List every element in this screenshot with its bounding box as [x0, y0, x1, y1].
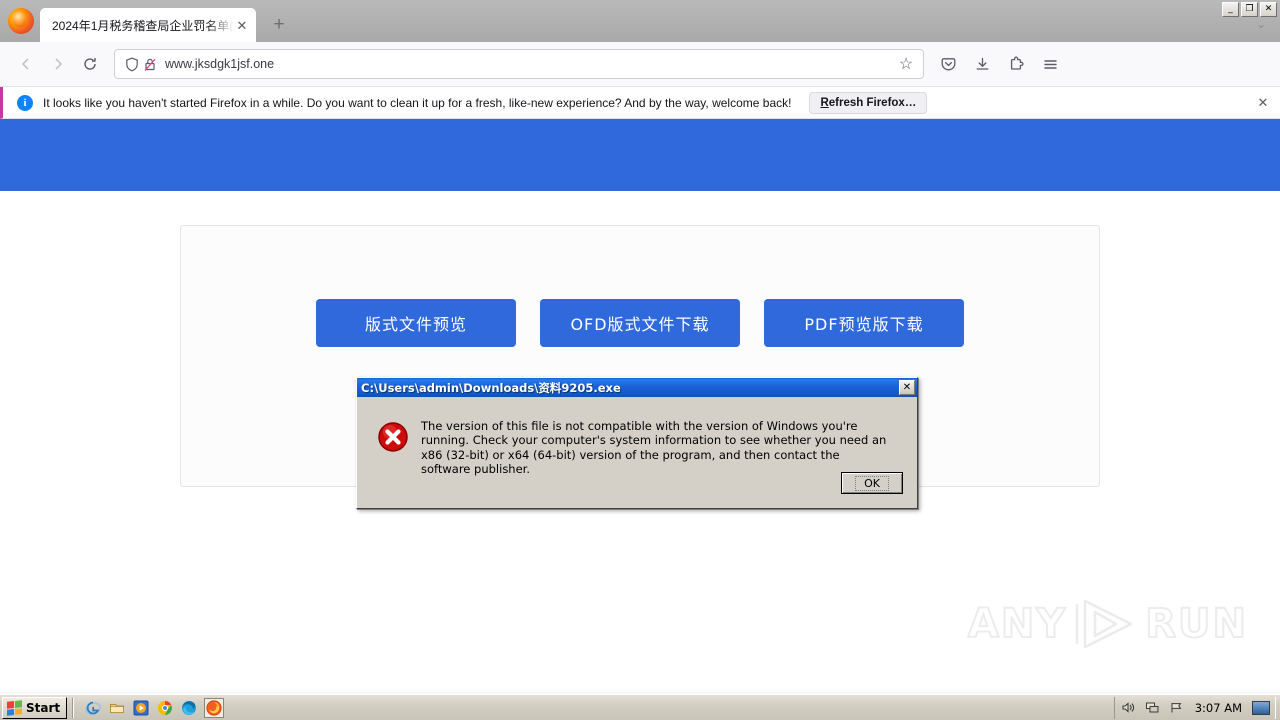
windows-taskbar: Start 3:07 AM: [0, 694, 1280, 720]
lock-crossed-icon[interactable]: [141, 55, 159, 73]
dialog-title: C:\Users\admin\Downloads\资料9205.exe: [361, 380, 621, 395]
dialog-message: The version of this file is not compatib…: [421, 419, 887, 477]
mozilla-firefox-taskbar-icon[interactable]: [204, 697, 225, 718]
site-header-band: [0, 119, 1280, 191]
refresh-firefox-accesskey: R: [820, 96, 829, 109]
dialog-ok-label: OK: [855, 475, 889, 491]
download-button-group: 版式文件预览 OFD版式文件下载 PDF预览版下载: [0, 299, 1280, 347]
toolbar-right-group: [932, 48, 1066, 80]
tab-close-icon[interactable]: ✕: [234, 17, 250, 33]
pocket-icon[interactable]: [932, 48, 964, 80]
refresh-firefox-button[interactable]: Refresh Firefox…: [809, 91, 928, 114]
microsoft-edge-icon[interactable]: [181, 700, 197, 716]
info-icon: i: [17, 94, 33, 111]
page-viewport: 版式文件预览 OFD版式文件下载 PDF预览版下载 ANY RUN C:\Use…: [0, 119, 1280, 691]
taskbar-separator: [72, 697, 75, 718]
window-controls: _ ❐ ✕: [1222, 2, 1277, 17]
watermark-any-text: ANY: [967, 600, 1068, 648]
anyrun-watermark: ANY RUN: [967, 595, 1248, 653]
volume-icon[interactable]: [1121, 700, 1137, 716]
tab-title: 2024年1月税务稽查局企业罚名单(电脑版): [52, 18, 234, 33]
minimize-button[interactable]: _: [1222, 2, 1239, 17]
bookmark-star-icon[interactable]: ☆: [897, 55, 915, 73]
dialog-close-button[interactable]: ✕: [899, 380, 915, 395]
notification-message: It looks like you haven't started Firefo…: [43, 95, 792, 110]
url-text: www.jksdgk1jsf.one: [165, 57, 275, 71]
system-tray: 3:07 AM: [1113, 696, 1276, 719]
browser-tab[interactable]: 2024年1月税务稽查局企业罚名单(电脑版) ✕: [40, 8, 256, 42]
ofd-download-button[interactable]: OFD版式文件下载: [540, 299, 740, 347]
forward-button[interactable]: [42, 48, 74, 80]
notification-bar: i It looks like you haven't started Fire…: [0, 87, 1280, 119]
dialog-body: The version of this file is not compatib…: [357, 397, 917, 508]
refresh-firefox-label: efresh Firefox…: [828, 96, 917, 109]
quick-launch-bar: [79, 697, 225, 718]
downloads-icon[interactable]: [966, 48, 998, 80]
media-player-icon[interactable]: [133, 700, 149, 716]
dialog-ok-button[interactable]: OK: [841, 472, 903, 494]
extensions-icon[interactable]: [1000, 48, 1032, 80]
start-button[interactable]: Start: [2, 696, 68, 719]
pdf-download-button[interactable]: PDF预览版下载: [764, 299, 964, 347]
windows-flag-icon: [7, 699, 22, 716]
file-explorer-icon[interactable]: [109, 700, 125, 716]
address-bar[interactable]: www.jksdgk1jsf.one ☆: [114, 49, 924, 79]
clock-time[interactable]: 3:07 AM: [1195, 701, 1242, 715]
firefox-window: 2024年1月税务稽查局企业罚名单(电脑版) ✕ + ⌄ _ ❐ ✕: [0, 0, 1280, 694]
watermark-run-text: RUN: [1144, 600, 1248, 648]
preview-format-file-button[interactable]: 版式文件预览: [316, 299, 516, 347]
anyrun-play-icon: [1075, 599, 1133, 649]
tab-strip: 2024年1月税务稽查局企业罚名单(电脑版) ✕ + ⌄ _ ❐ ✕: [0, 0, 1280, 42]
error-icon: [378, 422, 408, 452]
back-button[interactable]: [10, 48, 42, 80]
flag-icon[interactable]: [1169, 700, 1185, 716]
firefox-logo-icon: [8, 8, 34, 34]
shield-icon[interactable]: [123, 55, 141, 73]
close-window-button[interactable]: ✕: [1260, 2, 1277, 17]
display-icon[interactable]: [1252, 700, 1270, 715]
app-menu-icon[interactable]: [1034, 48, 1066, 80]
dialog-titlebar: C:\Users\admin\Downloads\资料9205.exe ✕: [357, 378, 917, 397]
notification-close-icon[interactable]: ✕: [1252, 92, 1274, 114]
start-label: Start: [26, 700, 61, 715]
network-icon[interactable]: [1145, 700, 1161, 716]
reload-button[interactable]: [74, 48, 106, 80]
navigation-toolbar: www.jksdgk1jsf.one ☆: [0, 42, 1280, 87]
new-tab-button[interactable]: +: [264, 9, 294, 39]
google-chrome-icon[interactable]: [157, 700, 173, 716]
error-dialog: C:\Users\admin\Downloads\资料9205.exe ✕ Th…: [356, 377, 918, 509]
internet-explorer-icon[interactable]: [85, 700, 101, 716]
restore-button[interactable]: ❐: [1241, 2, 1258, 17]
